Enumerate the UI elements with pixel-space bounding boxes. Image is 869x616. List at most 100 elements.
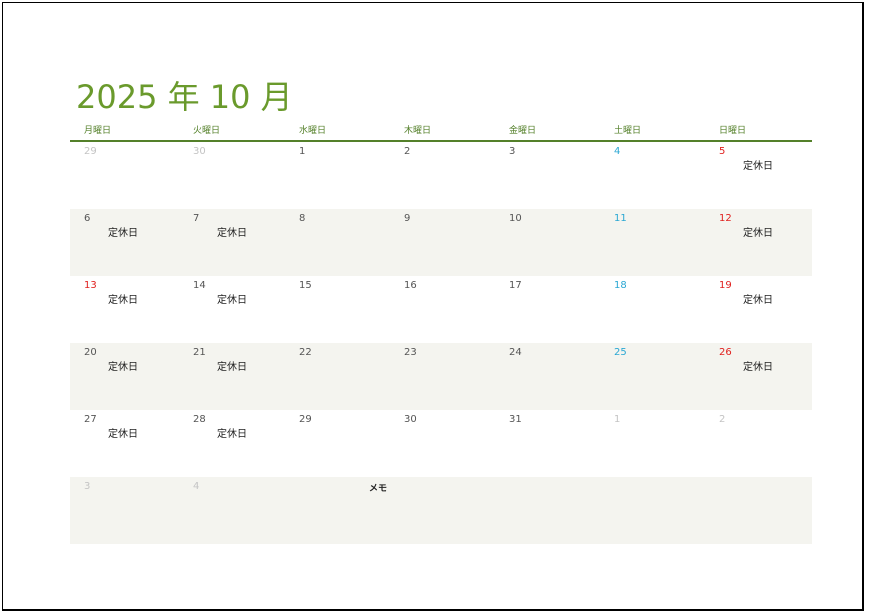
day-note: 定休日 <box>743 362 773 373</box>
day-number: 11 <box>614 213 627 224</box>
day-cell[interactable]: 1 <box>600 410 705 477</box>
day-number: 13 <box>84 280 97 291</box>
day-number: 14 <box>193 280 206 291</box>
day-note: 定休日 <box>217 295 247 306</box>
week-row: 13 定休日 14 定休日 15 16 17 18 19 定休日 <box>70 276 812 343</box>
day-note: 定休日 <box>108 429 138 440</box>
weekday-label: 水曜日 <box>299 126 327 136</box>
day-cell[interactable]: 16 <box>390 276 495 343</box>
day-cell[interactable]: 7 定休日 <box>179 209 285 276</box>
day-number: 5 <box>719 146 726 157</box>
day-cell[interactable]: 30 <box>390 410 495 477</box>
day-cell[interactable]: 1 <box>285 142 390 209</box>
day-cell[interactable]: 17 <box>495 276 600 343</box>
week-row: 27 定休日 28 定休日 29 30 31 1 2 <box>70 410 812 477</box>
day-cell[interactable]: 27 定休日 <box>70 410 179 477</box>
day-note: 定休日 <box>108 228 138 239</box>
day-cell[interactable]: 13 定休日 <box>70 276 179 343</box>
day-number: 30 <box>193 146 206 157</box>
day-cell[interactable]: 3 <box>70 477 179 544</box>
day-cell[interactable]: 28 定休日 <box>179 410 285 477</box>
day-note: 定休日 <box>743 228 773 239</box>
day-number: 28 <box>193 414 206 425</box>
weekday-header: 月曜日 火曜日 水曜日 木曜日 金曜日 土曜日 日曜日 <box>70 124 812 142</box>
day-cell[interactable]: 22 <box>285 343 390 410</box>
day-cell[interactable]: 15 <box>285 276 390 343</box>
day-number: 23 <box>404 347 417 358</box>
day-cell[interactable]: 3 <box>495 142 600 209</box>
day-cell[interactable]: 12 定休日 <box>705 209 812 276</box>
day-number: 8 <box>299 213 306 224</box>
day-cell[interactable]: 26 定休日 <box>705 343 812 410</box>
day-number: 25 <box>614 347 627 358</box>
day-number: 18 <box>614 280 627 291</box>
day-cell[interactable]: 29 <box>285 410 390 477</box>
day-cell[interactable]: 14 定休日 <box>179 276 285 343</box>
day-number: 1 <box>614 414 621 425</box>
day-number: 16 <box>404 280 417 291</box>
week-row: 6 定休日 7 定休日 8 9 10 11 12 定休日 <box>70 209 812 276</box>
day-number: 24 <box>509 347 522 358</box>
day-number: 26 <box>719 347 732 358</box>
day-cell[interactable]: 29 <box>70 142 179 209</box>
day-note: 定休日 <box>217 228 247 239</box>
day-number: 19 <box>719 280 732 291</box>
day-note: 定休日 <box>743 295 773 306</box>
day-note: 定休日 <box>217 429 247 440</box>
day-cell[interactable]: 30 <box>179 142 285 209</box>
calendar-weeks: 29 30 1 2 3 4 5 定休日 6 定休日 7 定休日 8 9 10 11 12 定休日 13 定休日 14 定休… <box>70 142 812 544</box>
day-number: 29 <box>299 414 312 425</box>
day-cell[interactable]: 25 <box>600 343 705 410</box>
day-cell[interactable]: 21 定休日 <box>179 343 285 410</box>
day-number: 17 <box>509 280 522 291</box>
day-cell[interactable]: 18 <box>600 276 705 343</box>
day-number: 12 <box>719 213 732 224</box>
day-cell[interactable]: 2 <box>705 410 812 477</box>
week-row: 3 4 メモ <box>70 477 812 544</box>
day-number: 6 <box>84 213 91 224</box>
weekday-label: 土曜日 <box>614 126 642 136</box>
calendar-grid: 月曜日 火曜日 水曜日 木曜日 金曜日 土曜日 日曜日 29 30 1 2 3 4 5 定休日 6 定休日 7 定… <box>70 124 812 544</box>
day-number: 9 <box>404 213 411 224</box>
day-cell[interactable]: 11 <box>600 209 705 276</box>
day-note: 定休日 <box>108 295 138 306</box>
day-cell[interactable]: 9 <box>390 209 495 276</box>
day-number: 30 <box>404 414 417 425</box>
memo-label: メモ <box>369 484 388 494</box>
day-cell[interactable]: 2 <box>390 142 495 209</box>
month-title: 2025 年 10 月 <box>76 78 293 116</box>
day-cell[interactable]: 8 <box>285 209 390 276</box>
day-cell[interactable]: 4 <box>179 477 285 544</box>
day-number: 22 <box>299 347 312 358</box>
day-cell[interactable]: 6 定休日 <box>70 209 179 276</box>
day-cell[interactable]: 4 <box>600 142 705 209</box>
day-number: 15 <box>299 280 312 291</box>
day-number: 4 <box>193 481 200 492</box>
day-number: 3 <box>509 146 516 157</box>
day-note: 定休日 <box>217 362 247 373</box>
week-row: 20 定休日 21 定休日 22 23 24 25 26 定休日 <box>70 343 812 410</box>
day-number: 27 <box>84 414 97 425</box>
day-cell[interactable]: 23 <box>390 343 495 410</box>
weekday-label: 木曜日 <box>404 126 432 136</box>
day-number: 3 <box>84 481 91 492</box>
day-number: 10 <box>509 213 522 224</box>
day-number: 31 <box>509 414 522 425</box>
day-cell[interactable]: 24 <box>495 343 600 410</box>
weekday-label: 金曜日 <box>509 126 537 136</box>
day-cell[interactable]: 10 <box>495 209 600 276</box>
week-row: 29 30 1 2 3 4 5 定休日 <box>70 142 812 209</box>
day-number: 7 <box>193 213 200 224</box>
day-number: 29 <box>84 146 97 157</box>
day-cell[interactable]: 20 定休日 <box>70 343 179 410</box>
day-number: 2 <box>404 146 411 157</box>
day-note: 定休日 <box>108 362 138 373</box>
day-cell[interactable]: 31 <box>495 410 600 477</box>
weekday-label: 日曜日 <box>719 126 747 136</box>
weekday-label: 火曜日 <box>193 126 221 136</box>
day-cell[interactable]: 5 定休日 <box>705 142 812 209</box>
day-cell[interactable]: 19 定休日 <box>705 276 812 343</box>
day-number: 21 <box>193 347 206 358</box>
weekday-label: 月曜日 <box>84 126 112 136</box>
day-number: 1 <box>299 146 306 157</box>
